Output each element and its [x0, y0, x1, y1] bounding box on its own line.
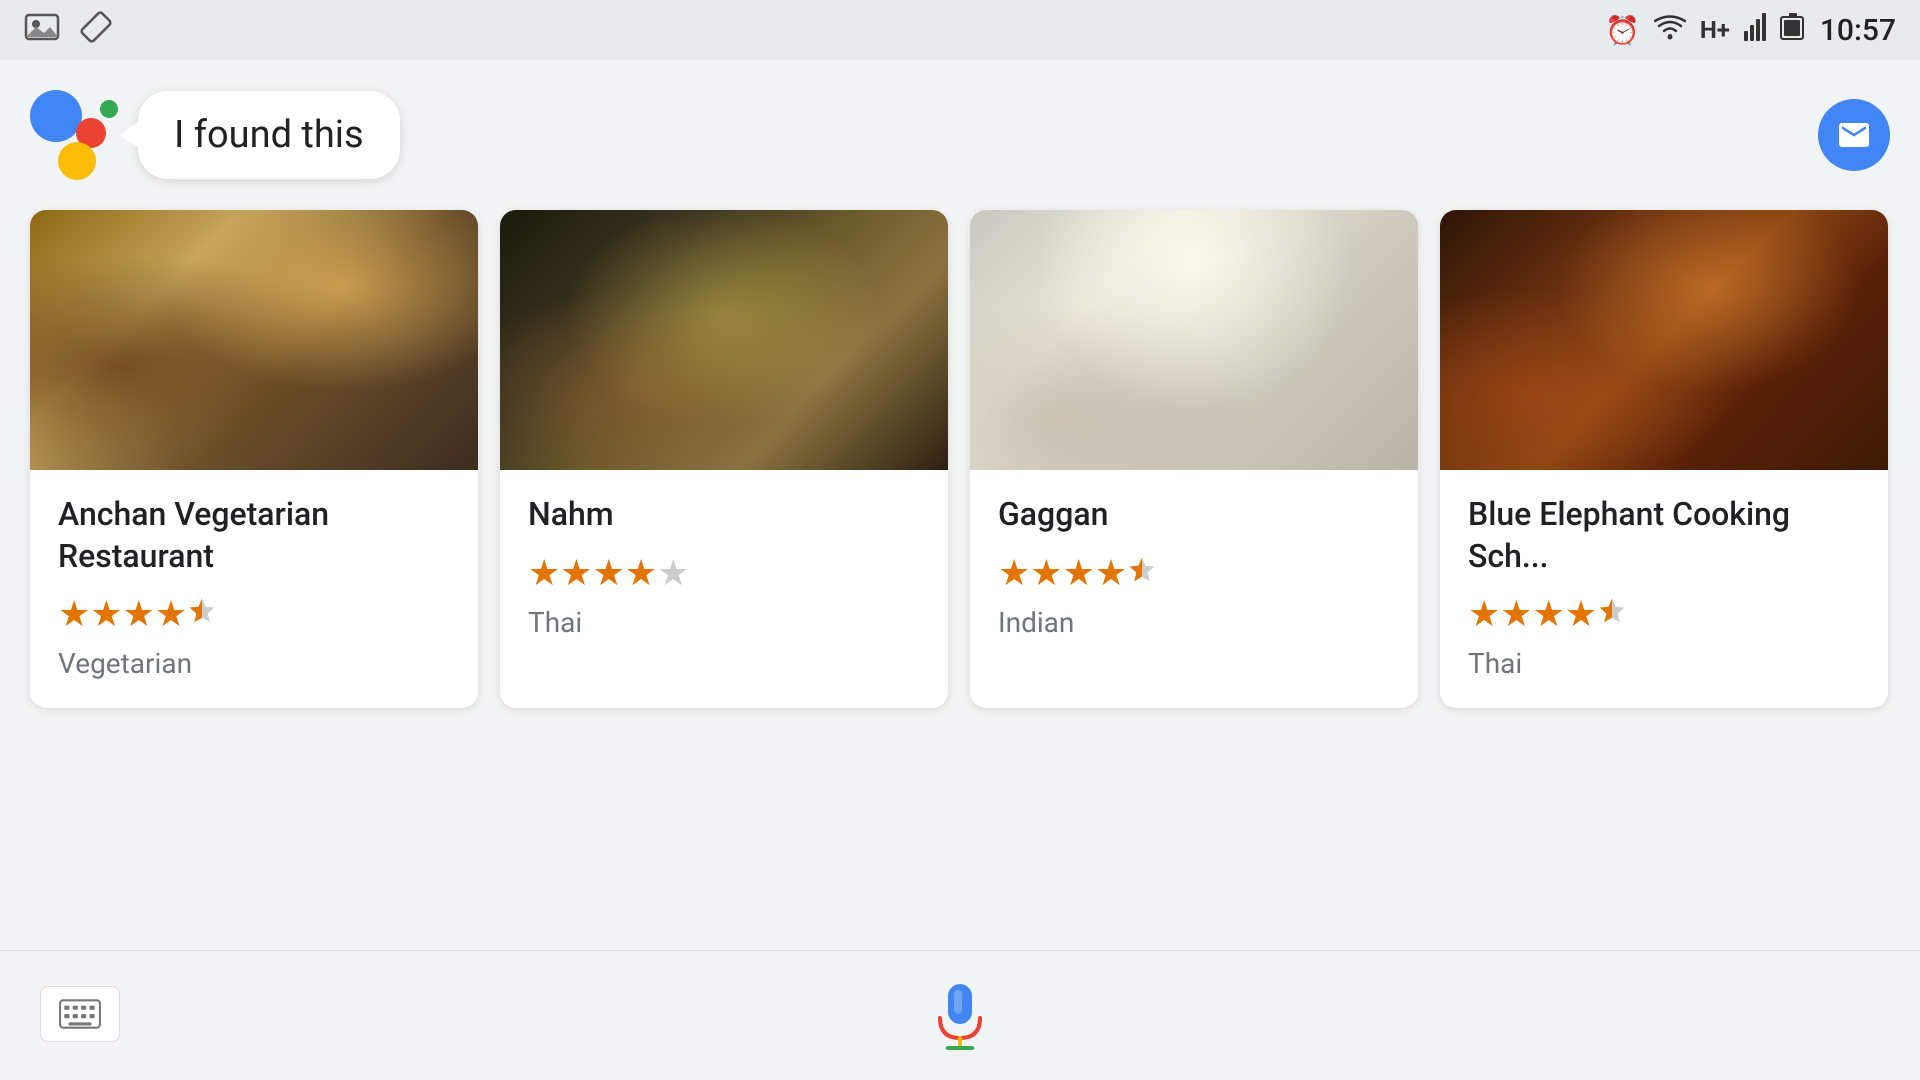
restaurant-category-2: Thai: [528, 606, 920, 639]
star-2-2: ★: [560, 552, 592, 594]
star-4-4: ★: [1565, 593, 1597, 635]
star-3-5: [1127, 552, 1157, 594]
action-icon: [1836, 117, 1872, 153]
restaurant-stars-1: ★ ★ ★ ★: [58, 593, 450, 635]
logo-blue-circle: [30, 90, 82, 142]
star-1-3: ★: [123, 593, 155, 635]
restaurant-photo-4: [1440, 210, 1888, 470]
restaurant-category-4: Thai: [1468, 647, 1860, 680]
hplus-icon: H+: [1700, 16, 1730, 44]
header-left: I found this: [30, 90, 400, 180]
restaurant-stars-3: ★ ★ ★ ★: [998, 552, 1390, 594]
star-3-3: ★: [1063, 552, 1095, 594]
restaurant-card-1[interactable]: Anchan Vegetarian Restaurant ★ ★ ★ ★: [30, 210, 478, 708]
restaurant-stars-2: ★ ★ ★ ★ ★: [528, 552, 920, 594]
google-assistant-logo: [30, 90, 120, 180]
restaurant-stars-4: ★ ★ ★ ★: [1468, 593, 1860, 635]
header: I found this: [0, 60, 1920, 200]
signal-icon: [1744, 13, 1766, 48]
card-body-2: Nahm ★ ★ ★ ★ ★ Thai: [500, 470, 948, 667]
assistant-response-bubble: I found this: [138, 91, 400, 179]
restaurant-photo-2: [500, 210, 948, 470]
restaurant-name-3: Gaggan: [998, 494, 1390, 536]
restaurant-name-4: Blue Elephant Cooking Sch...: [1468, 494, 1860, 577]
image-icon: [24, 11, 60, 50]
star-2-5: ★: [657, 552, 689, 594]
restaurant-card-4[interactable]: Blue Elephant Cooking Sch... ★ ★ ★ ★: [1440, 210, 1888, 708]
card-body-1: Anchan Vegetarian Restaurant ★ ★ ★ ★: [30, 470, 478, 708]
status-bar: ⏰ H+ 10:57: [0, 0, 1920, 60]
wifi-icon: [1654, 14, 1686, 47]
restaurant-card-2[interactable]: Nahm ★ ★ ★ ★ ★ Thai: [500, 210, 948, 708]
time-display: 10:57: [1820, 13, 1896, 48]
star-2-3: ★: [593, 552, 625, 594]
battery-icon: [1780, 13, 1806, 48]
star-1-5: [187, 593, 217, 635]
card-image-2: [500, 210, 948, 470]
card-image-1: [30, 210, 478, 470]
restaurant-cards: Anchan Vegetarian Restaurant ★ ★ ★ ★: [0, 200, 1920, 718]
status-bar-right: ⏰ H+ 10:57: [1605, 13, 1896, 48]
restaurant-name-1: Anchan Vegetarian Restaurant: [58, 494, 450, 577]
restaurant-category-1: Vegetarian: [58, 647, 450, 680]
star-3-4: ★: [1095, 552, 1127, 594]
keyboard-button[interactable]: [40, 986, 120, 1042]
card-image-4: [1440, 210, 1888, 470]
star-1-1: ★: [58, 593, 90, 635]
restaurant-photo-3: [970, 210, 1418, 470]
rotate-icon: [80, 11, 112, 50]
microphone-icon: [920, 976, 1000, 1056]
star-4-2: ★: [1500, 593, 1532, 635]
card-body-3: Gaggan ★ ★ ★ ★: [970, 470, 1418, 667]
card-image-3: [970, 210, 1418, 470]
restaurant-category-3: Indian: [998, 606, 1390, 639]
assistant-response-text: I found this: [174, 113, 364, 157]
logo-yellow-circle: [58, 142, 96, 180]
restaurant-name-2: Nahm: [528, 494, 920, 536]
header-action-button[interactable]: [1818, 99, 1890, 171]
logo-green-circle: [100, 100, 118, 118]
microphone-button[interactable]: [915, 971, 1005, 1061]
star-3-1: ★: [998, 552, 1030, 594]
status-bar-left: [24, 11, 112, 50]
restaurant-card-3[interactable]: Gaggan ★ ★ ★ ★: [970, 210, 1418, 708]
star-4-5: [1597, 593, 1627, 635]
keyboard-icon: [59, 999, 101, 1029]
star-1-2: ★: [90, 593, 122, 635]
star-1-4: ★: [155, 593, 187, 635]
bottom-bar: [0, 950, 1920, 1080]
star-4-1: ★: [1468, 593, 1500, 635]
star-3-2: ★: [1030, 552, 1062, 594]
star-2-1: ★: [528, 552, 560, 594]
restaurant-photo-1: [30, 210, 478, 470]
alarm-icon: ⏰: [1605, 14, 1640, 47]
star-2-4: ★: [625, 552, 657, 594]
star-4-3: ★: [1533, 593, 1565, 635]
card-body-4: Blue Elephant Cooking Sch... ★ ★ ★ ★: [1440, 470, 1888, 708]
